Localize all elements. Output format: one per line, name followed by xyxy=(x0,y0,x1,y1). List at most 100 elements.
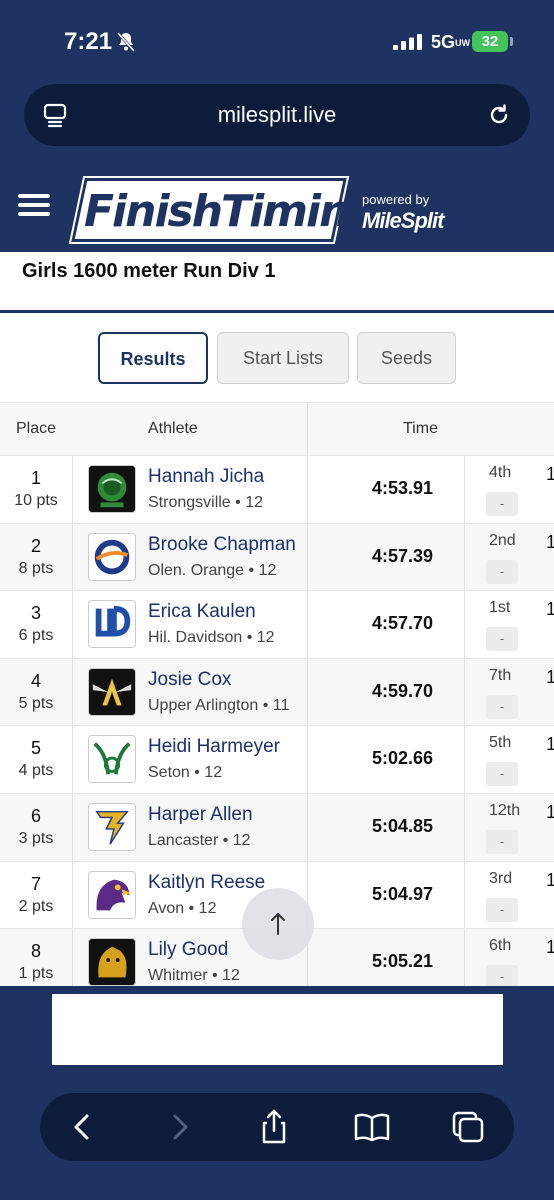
network-subtype: UW xyxy=(455,38,471,48)
athlete-school: Hil. Davidson • 12 xyxy=(148,629,275,647)
result-time: 5:04.97 xyxy=(372,883,434,904)
heat-place: 3rd xyxy=(489,869,513,887)
tab-seeds[interactable]: Seeds xyxy=(357,332,456,384)
column-divider xyxy=(464,523,465,591)
header-athlete[interactable]: Athlete xyxy=(148,420,198,438)
heat-place: 5th xyxy=(489,734,512,752)
athlete-name[interactable]: Erica Kaulen xyxy=(148,601,256,623)
back-icon[interactable] xyxy=(62,1107,102,1147)
hilliard-davidson-logo xyxy=(88,600,136,649)
column-divider xyxy=(464,456,465,523)
overflow-value: 1 xyxy=(546,869,554,890)
result-time: 5:02.66 xyxy=(372,748,434,769)
heat-place: 7th xyxy=(489,666,512,684)
site-header: FinishTiming powered by MileSplit xyxy=(0,170,554,252)
ad-banner[interactable] xyxy=(52,994,503,1065)
tab-start-lists[interactable]: Start Lists xyxy=(217,332,349,384)
table-row[interactable]: 3 6 pts Erica Kaulen Hil. Davidson • 12 … xyxy=(0,591,554,659)
table-row[interactable]: 2 8 pts Brooke Chapman Olen. Orange • 12… xyxy=(0,523,554,592)
athlete-school: Strongsville • 12 xyxy=(148,494,263,511)
event-title: Girls 1600 meter Run Div 1 xyxy=(22,260,276,282)
battery-indicator: 32 xyxy=(472,31,508,52)
scroll-to-top-button[interactable] xyxy=(242,888,314,960)
place-points: 6 pts xyxy=(18,627,54,645)
hamburger-menu-icon[interactable] xyxy=(18,194,50,218)
athlete-school: Olen. Orange • 12 xyxy=(148,561,277,579)
athlete-name[interactable]: Harper Allen xyxy=(148,804,253,826)
column-divider xyxy=(72,929,73,986)
athlete-school: Whitmer • 12 xyxy=(148,967,240,985)
whitmer-logo xyxy=(88,938,136,986)
athlete-name[interactable]: Brooke Chapman xyxy=(148,534,296,556)
athlete-school: Avon • 12 xyxy=(148,899,217,917)
athlete-school: Lancaster • 12 xyxy=(148,831,251,849)
reload-icon[interactable] xyxy=(486,102,512,128)
heat-place: 6th xyxy=(489,937,512,955)
column-divider xyxy=(307,591,308,658)
network-indicator: 5GUW xyxy=(431,32,470,53)
view-tabs: Results Start Lists Seeds xyxy=(0,332,554,384)
cell-signal-icon xyxy=(393,34,422,50)
table-row[interactable]: 1 10 pts Hannah Jicha Strongsville • 12 … xyxy=(0,456,554,524)
heat-badge: - xyxy=(486,829,518,854)
title-divider xyxy=(0,310,554,313)
place-points: 1 pts xyxy=(18,965,54,983)
battery-tip xyxy=(510,37,513,46)
result-time: 4:57.70 xyxy=(372,613,434,634)
network-type: 5G xyxy=(431,32,456,52)
place-number: 7 xyxy=(30,873,41,894)
forward-icon[interactable] xyxy=(160,1107,200,1147)
athlete-name[interactable]: Hannah Jicha xyxy=(148,466,264,488)
strongsville-logo xyxy=(88,465,136,513)
tabs-icon[interactable] xyxy=(448,1107,488,1147)
column-divider xyxy=(464,929,465,986)
bookmarks-icon[interactable] xyxy=(352,1107,392,1147)
olentangy-orange-logo xyxy=(88,532,136,581)
column-divider xyxy=(464,658,465,726)
overflow-value: 1 xyxy=(546,937,554,958)
status-bar: 7:21 5GUW 32 xyxy=(0,0,554,80)
athlete-name[interactable]: Heidi Harmeyer xyxy=(148,736,280,758)
table-row[interactable]: 5 4 pts Heidi Harmeyer Seton • 12 5:02.6… xyxy=(0,726,554,794)
athlete-name[interactable]: Lily Good xyxy=(148,939,228,961)
finishtiming-logo[interactable]: FinishTiming xyxy=(84,184,380,240)
column-divider xyxy=(307,456,308,523)
result-time: 5:05.21 xyxy=(372,951,434,972)
upper-arlington-logo xyxy=(88,667,136,716)
avon-logo xyxy=(88,870,136,919)
overflow-value: 1 xyxy=(546,666,554,687)
athlete-school: Seton • 12 xyxy=(148,764,223,782)
table-row[interactable]: 4 5 pts Josie Cox Upper Arlington • 11 4… xyxy=(0,658,554,727)
address-bar[interactable]: milesplit.live xyxy=(24,84,530,146)
column-divider xyxy=(464,793,465,861)
column-divider xyxy=(72,793,73,861)
place-number: 4 xyxy=(30,670,41,691)
athlete-name[interactable]: Josie Cox xyxy=(148,669,231,691)
milesplit-logo[interactable]: MileSplit xyxy=(362,208,444,234)
place-points: 8 pts xyxy=(18,559,54,577)
column-divider xyxy=(72,861,73,929)
column-divider xyxy=(72,456,73,523)
column-divider xyxy=(464,591,465,658)
column-divider xyxy=(307,403,308,455)
url-text[interactable]: milesplit.live xyxy=(24,84,530,146)
place-number: 5 xyxy=(30,738,41,759)
share-icon[interactable] xyxy=(254,1107,294,1147)
result-time: 5:04.85 xyxy=(372,815,434,836)
heat-badge: - xyxy=(486,627,518,652)
place-number: 6 xyxy=(30,805,41,826)
column-divider xyxy=(72,523,73,591)
status-time: 7:21 xyxy=(64,28,113,55)
table-row[interactable]: 6 3 pts Harper Allen Lancaster • 12 5:04… xyxy=(0,793,554,862)
result-time: 4:53.91 xyxy=(372,478,434,498)
heat-badge: - xyxy=(486,965,518,986)
tab-results[interactable]: Results xyxy=(98,332,208,384)
header-time[interactable]: Time xyxy=(403,420,438,438)
lancaster-logo xyxy=(88,802,136,851)
heat-badge: - xyxy=(486,897,518,922)
heat-badge: - xyxy=(486,694,518,719)
heat-place: 2nd xyxy=(489,531,516,549)
overflow-value: 1 xyxy=(546,464,554,484)
header-place[interactable]: Place xyxy=(16,420,56,438)
place-points: 3 pts xyxy=(18,829,54,847)
